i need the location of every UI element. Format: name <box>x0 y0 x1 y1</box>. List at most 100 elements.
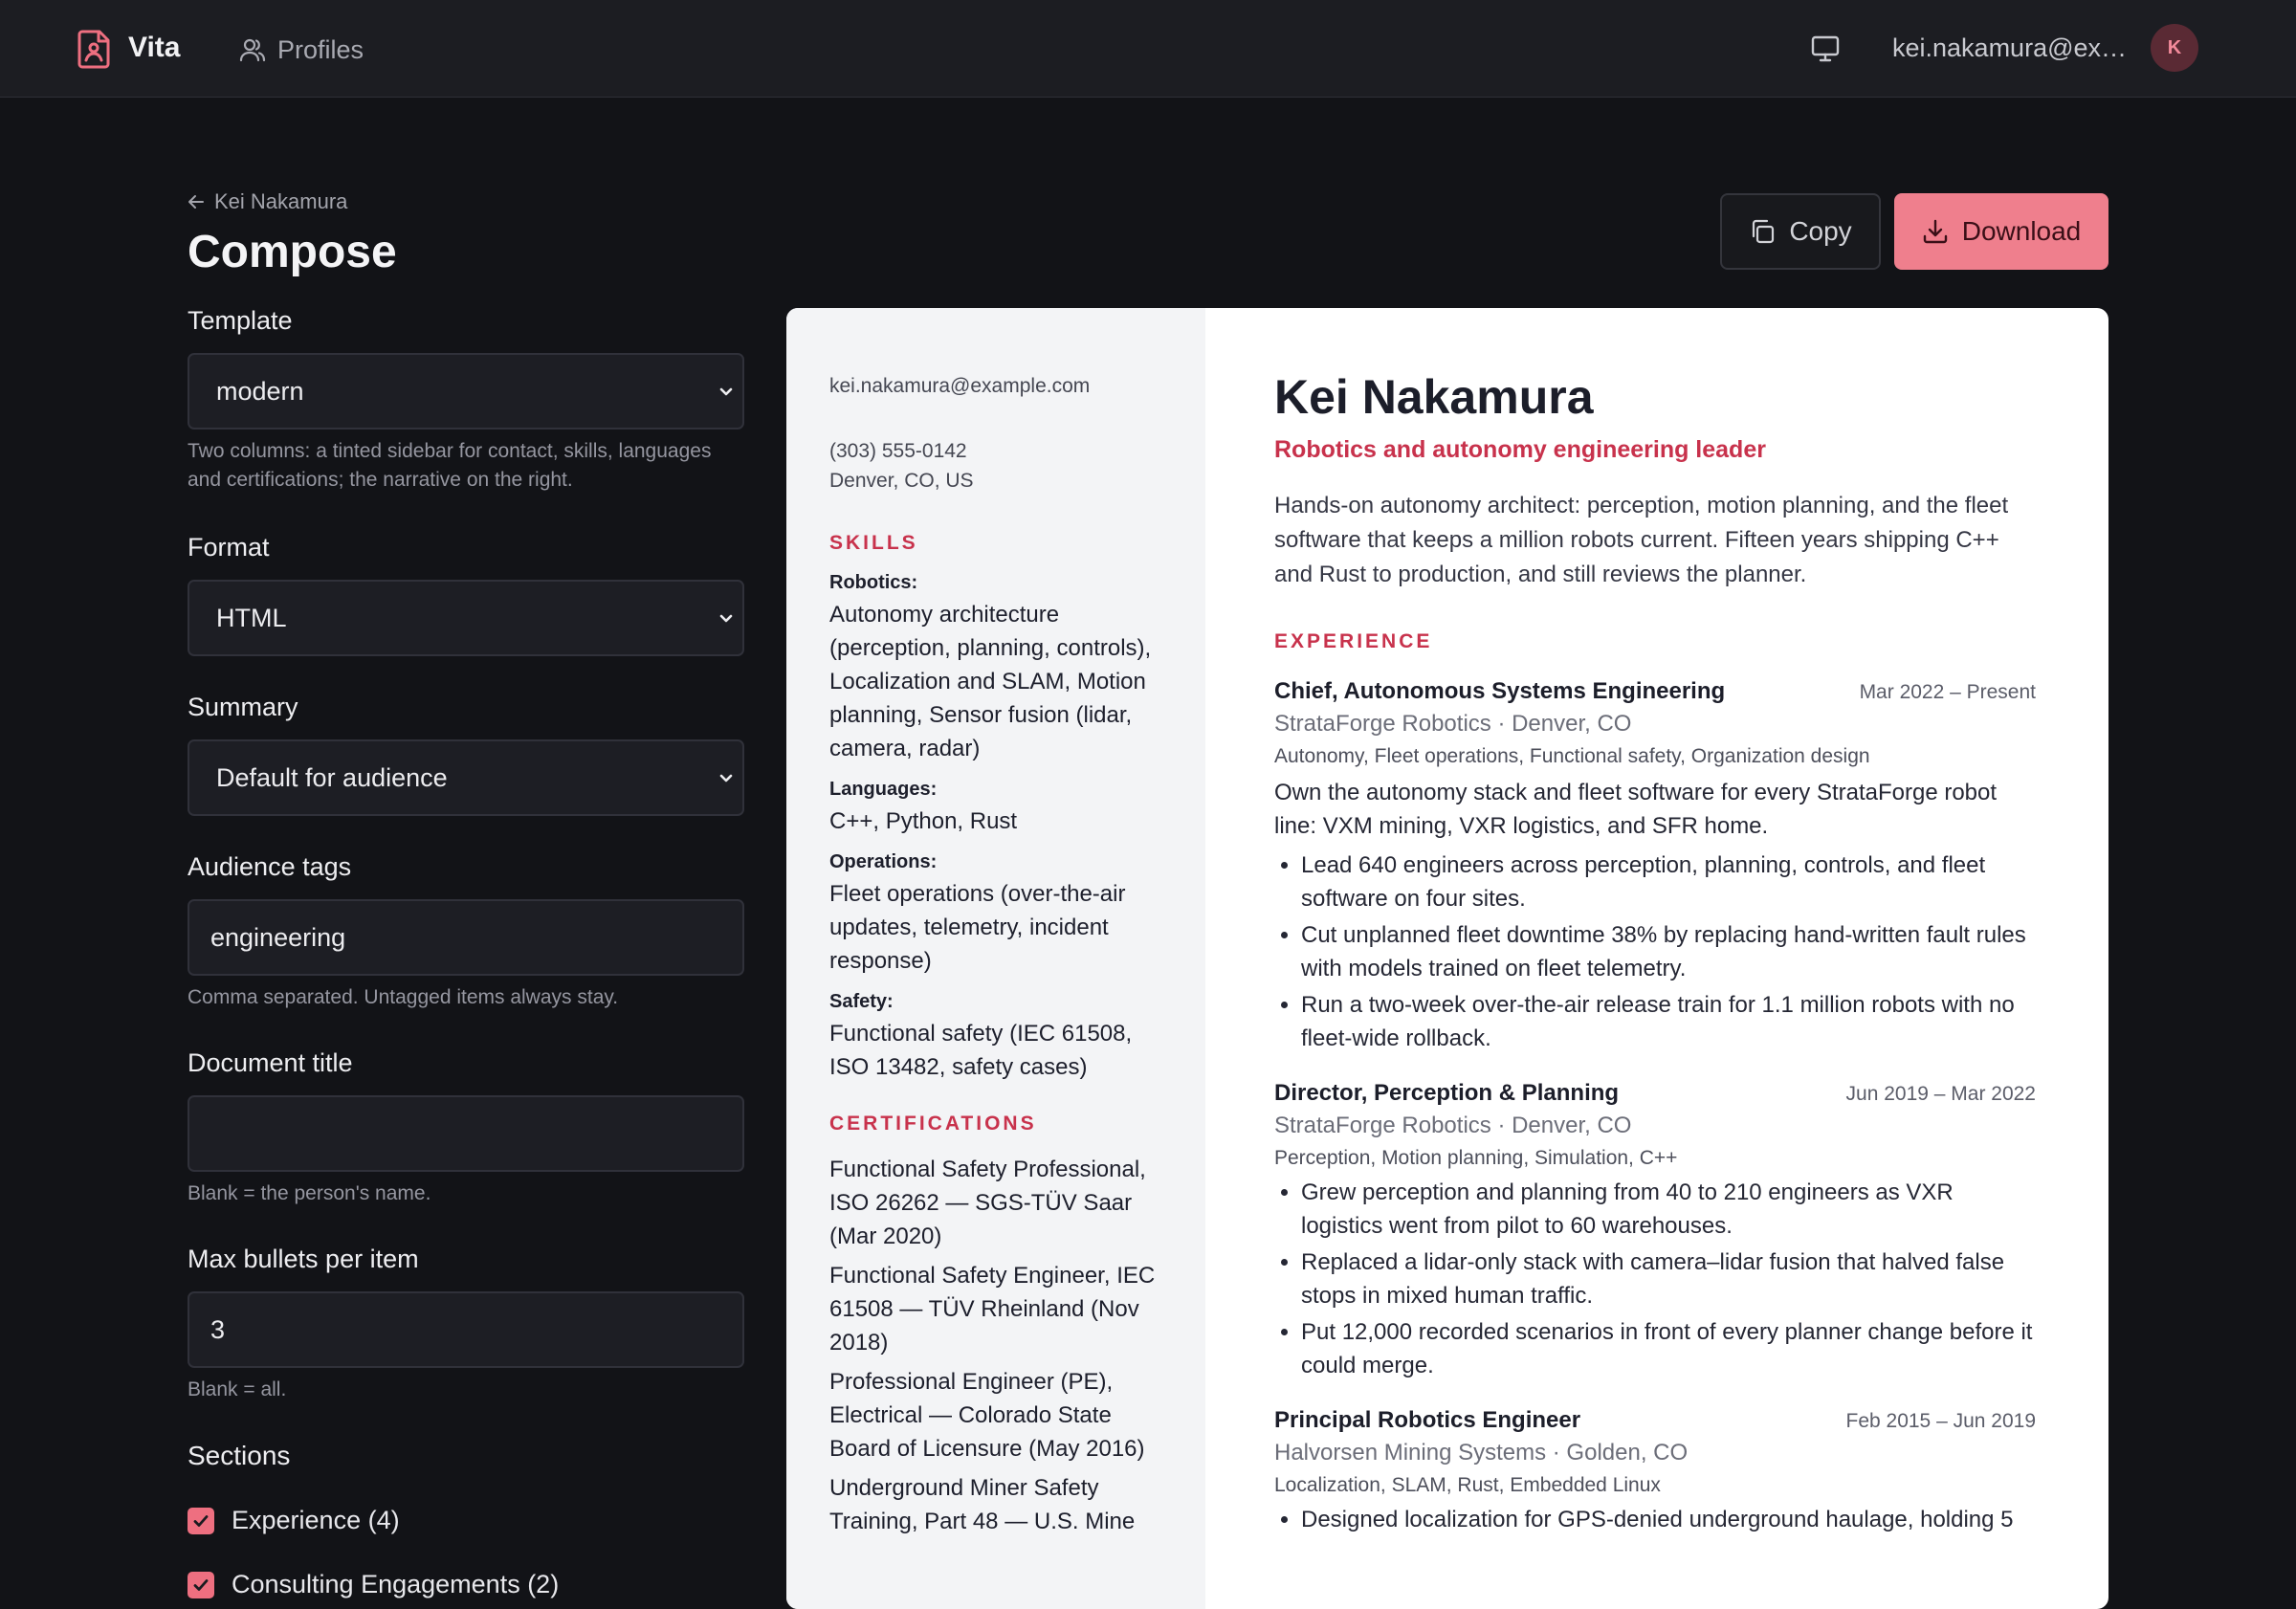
skill-value: Fleet operations (over-the-air updates, … <box>829 881 1126 974</box>
job-bullet: Cut unplanned fleet downtime 38% by repl… <box>1301 918 2036 985</box>
resume-sidebar: kei.nakamura@example.com (303) 555-0142 … <box>786 308 1205 1609</box>
section-checkbox-consulting[interactable]: Consulting Engagements (2) <box>188 1570 744 1599</box>
skill-value: Functional safety (IEC 61508, ISO 13482,… <box>829 1021 1133 1080</box>
job-dates: Mar 2022 – Present <box>1859 681 2036 703</box>
job-role: Principal Robotics Engineer <box>1274 1407 1581 1433</box>
job-bullets: Grew perception and planning from 40 to … <box>1274 1176 2036 1382</box>
download-icon <box>1923 219 1947 244</box>
skill-label: Operations: <box>829 851 938 872</box>
nav-profiles-label: Profiles <box>277 34 364 64</box>
section-checkbox-experience[interactable]: Experience (4) <box>188 1506 744 1535</box>
brand-name[interactable]: Vita <box>128 32 180 64</box>
format-select-value: HTML <box>216 603 287 632</box>
checkbox-checked[interactable] <box>188 1571 214 1598</box>
chevron-down-icon <box>719 614 733 623</box>
job-org: Halvorsen Mining Systems · Golden, CO <box>1274 1440 1689 1466</box>
summary-select-value: Default for audience <box>216 762 448 792</box>
resume-phone: (303) 555-0142 <box>829 440 967 462</box>
monitor-icon[interactable] <box>1810 33 1841 64</box>
audience-tags-input[interactable]: engineering <box>188 899 744 976</box>
job-tags: Autonomy, Fleet operations, Functional s… <box>1274 745 1870 767</box>
nav-profiles-link[interactable]: Profiles <box>239 31 364 69</box>
resume-name: Kei Nakamura <box>1274 370 1594 424</box>
template-select-value: modern <box>216 376 304 406</box>
document-title-help: Blank = the person's name. <box>188 1182 431 1204</box>
skills-heading: SKILLS <box>829 532 918 554</box>
document-title-input[interactable] <box>188 1095 744 1172</box>
audience-tags-help: Comma separated. Untagged items always s… <box>188 986 619 1008</box>
arrow-left-icon <box>188 195 204 209</box>
job-bullet: Grew perception and planning from 40 to … <box>1301 1176 2036 1243</box>
job-bullet: Lead 640 engineers across perception, pl… <box>1301 849 2036 915</box>
audience-tags-value: engineering <box>210 922 346 952</box>
job-dates: Jun 2019 – Mar 2022 <box>1845 1083 2036 1105</box>
job-bullet: Put 12,000 recorded scenarios in front o… <box>1301 1315 2036 1382</box>
vita-logo-icon[interactable] <box>77 29 113 69</box>
copy-icon <box>1753 219 1775 244</box>
resume-summary: Hands-on autonomy architect: perception,… <box>1274 493 2009 587</box>
max-bullets-help: Blank = all. <box>188 1378 287 1400</box>
job-role: Director, Perception & Planning <box>1274 1080 1620 1106</box>
job-dates: Feb 2015 – Jun 2019 <box>1845 1410 2037 1432</box>
check-icon <box>193 1578 209 1591</box>
experience-item: Director, Perception & Planning Jun 2019… <box>1274 1080 2036 1382</box>
job-bullets: Designed localization for GPS-denied und… <box>1274 1503 2036 1536</box>
certification-item: Professional Engineer (PE), Electrical —… <box>829 1369 1145 1462</box>
resume-email: kei.nakamura@example.com <box>829 375 1091 397</box>
job-bullets: Lead 640 engineers across perception, pl… <box>1274 849 2036 1055</box>
check-icon <box>193 1514 209 1527</box>
skill-label: Robotics: <box>829 572 918 593</box>
format-select[interactable]: HTML <box>188 580 744 656</box>
users-icon <box>239 38 266 62</box>
job-org: StrataForge Robotics · Denver, CO <box>1274 1113 1632 1138</box>
format-label: Format <box>188 533 270 562</box>
max-bullets-label: Max bullets per item <box>188 1245 419 1273</box>
copy-button[interactable]: Copy <box>1720 193 1881 270</box>
certifications-heading: CERTIFICATIONS <box>829 1113 1037 1135</box>
certification-item: Underground Miner Safety Training, Part … <box>829 1475 1136 1534</box>
skill-label: Languages: <box>829 779 938 800</box>
page-title: Compose <box>188 227 397 277</box>
back-link-label: Kei Nakamura <box>214 189 348 213</box>
certification-item: Functional Safety Engineer, IEC 61508 — … <box>829 1263 1156 1356</box>
section-label: Consulting Engagements (2) <box>232 1570 560 1598</box>
compose-form: Template modern Two columns: a tinted si… <box>188 306 744 1599</box>
certification-item: Functional Safety Professional, ISO 2626… <box>829 1157 1146 1249</box>
resume-preview: kei.nakamura@example.com (303) 555-0142 … <box>786 308 2108 1609</box>
summary-select[interactable]: Default for audience <box>188 739 744 816</box>
sections-label: Sections <box>188 1441 291 1470</box>
template-help: Two columns: a tinted sidebar for contac… <box>188 440 712 491</box>
experience-item: Principal Robotics Engineer Feb 2015 – J… <box>1274 1407 2036 1536</box>
template-label: Template <box>188 306 293 335</box>
document-title-label: Document title <box>188 1048 353 1077</box>
top-nav: Vita Profiles kei.nakamura@example.com K <box>0 0 2296 98</box>
avatar[interactable]: K <box>2151 24 2198 72</box>
back-link[interactable]: Kei Nakamura <box>188 189 347 214</box>
resume-main: Kei Nakamura Robotics and autonomy engin… <box>1274 369 2036 1536</box>
audience-tags-label: Audience tags <box>188 852 352 881</box>
job-tags: Localization, SLAM, Rust, Embedded Linux <box>1274 1474 1661 1496</box>
copy-button-label: Copy <box>1789 216 1852 246</box>
summary-label: Summary <box>188 693 298 721</box>
resume-location: Denver, CO, US <box>829 470 974 492</box>
download-button-label: Download <box>1961 216 2082 246</box>
user-email[interactable]: kei.nakamura@example.com <box>1892 33 2133 63</box>
download-button[interactable]: Download <box>1894 193 2108 270</box>
job-bullet: Replaced a lidar-only stack with camera–… <box>1301 1245 2036 1312</box>
max-bullets-input[interactable]: 3 <box>188 1291 744 1368</box>
chevron-down-icon <box>719 774 733 782</box>
job-description: Own the autonomy stack and fleet softwar… <box>1274 780 1998 839</box>
job-org: StrataForge Robotics · Denver, CO <box>1274 711 1632 737</box>
skill-value: C++, Python, Rust <box>829 808 1018 834</box>
skill-value: Autonomy architecture (perception, plann… <box>829 602 1152 761</box>
skill-label: Safety: <box>829 991 894 1012</box>
checkbox-checked[interactable] <box>188 1507 214 1534</box>
resume-headline: Robotics and autonomy engineering leader <box>1274 436 1766 463</box>
template-select[interactable]: modern <box>188 353 744 430</box>
chevron-down-icon <box>719 387 733 396</box>
job-role: Chief, Autonomous Systems Engineering <box>1274 678 1726 704</box>
job-bullet: Designed localization for GPS-denied und… <box>1301 1503 2036 1536</box>
job-bullet: Run a two-week over-the-air release trai… <box>1301 988 2036 1055</box>
experience-heading: EXPERIENCE <box>1274 630 1433 652</box>
job-tags: Perception, Motion planning, Simulation,… <box>1274 1147 1678 1169</box>
